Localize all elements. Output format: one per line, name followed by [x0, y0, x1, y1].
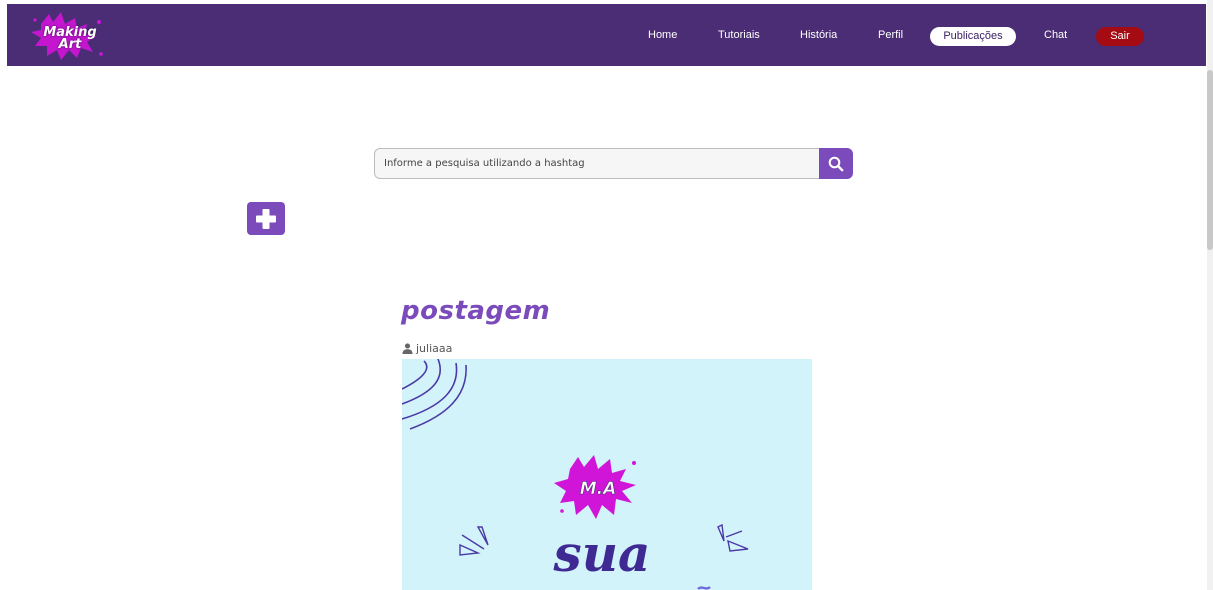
- plus-icon: [256, 208, 276, 229]
- post-author-name: juliaaa: [416, 341, 453, 355]
- logo-text: Making Art: [35, 26, 105, 52]
- nav-chat[interactable]: Chat: [1044, 29, 1067, 41]
- logout-button[interactable]: Sair: [1096, 27, 1144, 46]
- nav-tutoriais[interactable]: Tutoriais: [718, 29, 760, 41]
- page-scrollbar[interactable]: [1207, 0, 1213, 590]
- post-title: postagem: [401, 296, 551, 326]
- post-author[interactable]: juliaaa: [402, 340, 452, 356]
- logo[interactable]: Making Art: [27, 10, 111, 62]
- scrollbar-thumb[interactable]: [1207, 70, 1213, 250]
- nav-home[interactable]: Home: [648, 29, 677, 41]
- splash-badge-text: M.A: [580, 479, 617, 499]
- nav-publicacoes[interactable]: Publicações: [930, 27, 1016, 46]
- navbar: Making Art Home Tutoriais História Perfi…: [7, 4, 1206, 66]
- nav-perfil[interactable]: Perfil: [878, 29, 903, 41]
- partial-glyph: [697, 586, 711, 590]
- accent-ticks-right-icon: [717, 523, 749, 552]
- logo-line2: Art: [58, 37, 82, 52]
- search-bar: [374, 148, 854, 181]
- swirl-lines-icon: [402, 359, 467, 430]
- search-input[interactable]: [374, 148, 819, 179]
- nav-historia[interactable]: História: [800, 29, 837, 41]
- search-button[interactable]: [819, 148, 853, 179]
- search-icon: [828, 156, 844, 171]
- user-icon: [402, 342, 413, 354]
- add-post-button[interactable]: [247, 202, 285, 235]
- accent-ticks-left-icon: [459, 526, 489, 556]
- post-image-headline: sua: [553, 524, 651, 583]
- post-artwork: M.A sua: [402, 359, 749, 590]
- post-image[interactable]: M.A sua: [402, 359, 812, 590]
